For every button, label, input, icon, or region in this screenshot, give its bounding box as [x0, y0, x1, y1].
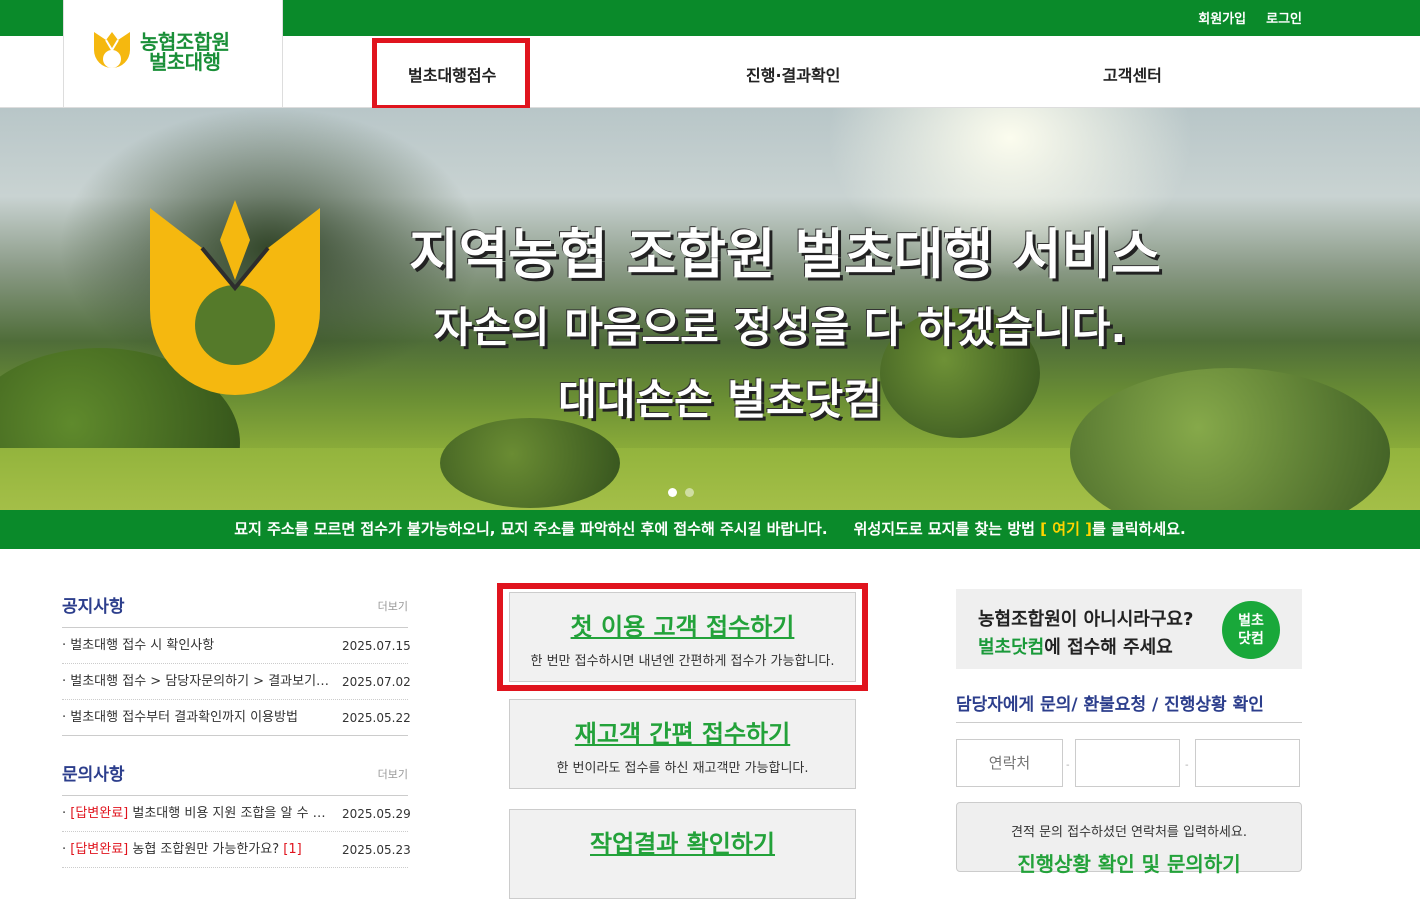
phone-field-3[interactable] — [1195, 739, 1300, 787]
login-link[interactable]: 로그인 — [1266, 8, 1302, 27]
logo-line2: 벌초대행 — [148, 50, 221, 74]
notice-text-1: 묘지 주소를 모르면 접수가 불가능하오니, 묘지 주소를 파악하신 후에 접수… — [234, 520, 828, 538]
signup-link[interactable]: 회원가입 — [1198, 8, 1246, 27]
hero-headline-1: 지역농협 조합원 벌초대행 서비스 — [409, 223, 1161, 286]
notice-board-title: 공지사항 — [62, 597, 125, 617]
list-item-title: · 벌초대행 접수 > 담당자문의하기 > 결과보기까지 — [62, 674, 332, 689]
list-item-date: 2025.05.23 — [342, 843, 411, 857]
inquiry-text: 농협 조합원만 가능한가요? — [128, 842, 280, 857]
returning-apply-button[interactable]: 재고객 간편 접수하기 한 번이라도 접수를 하신 재고객만 가능합니다. — [509, 699, 856, 789]
list-item-date: 2025.05.29 — [342, 807, 411, 821]
slide-dot-2[interactable] — [685, 488, 694, 497]
notice-text-2: 위성지도로 묘지를 찾는 방법 — [853, 520, 1035, 538]
logo-line1: 농협조합원 — [140, 30, 230, 54]
check-result-button[interactable]: 작업결과 확인하기 — [509, 809, 856, 899]
inquiry-check-box: 견적 문의 접수하셨던 연락처를 입력하세요. 진행상황 확인 및 문의하기 — [956, 802, 1302, 876]
logo-text: 농협조합원 벌초대행 — [140, 32, 230, 72]
top-links: 회원가입 로그인 — [1198, 8, 1302, 27]
phone-field-1[interactable] — [956, 739, 1063, 787]
list-item[interactable]: · [답변완료] 농협 조합원만 가능한가요? [1] 2025.05.23 — [62, 832, 411, 868]
list-item[interactable]: · [답변완료] 벌초대행 비용 지원 조합을 알 수 있나요? 2025.05… — [62, 796, 411, 832]
answered-badge: [답변완료] — [70, 806, 129, 821]
phone-field-2[interactable] — [1075, 739, 1180, 787]
promo-line2-rest: 에 접수해 주세요 — [1044, 637, 1173, 658]
hero-headline-3: 대대손손 벌초닷컴 — [558, 375, 882, 424]
phone-dash: - — [1066, 760, 1070, 771]
list-item[interactable]: · 벌초대행 접수 시 확인사항 2025.07.15 — [62, 628, 411, 664]
slide-dot-1[interactable] — [668, 488, 677, 497]
nav-item-progress[interactable]: 진행·결과확인 — [746, 62, 840, 86]
list-item[interactable]: · 벌초대행 접수부터 결과확인까지 이용방법 2025.05.22 — [62, 700, 411, 736]
inquiry-board: 문의사항 더보기 · [답변완료] 벌초대행 비용 지원 조합을 알 수 있나요… — [62, 760, 411, 868]
list-item-title: · [답변완료] 벌초대행 비용 지원 조합을 알 수 있나요? — [62, 796, 332, 831]
list-item-date: 2025.07.15 — [342, 639, 411, 653]
notice-bar: 묘지 주소를 모르면 접수가 불가능하오니, 묘지 주소를 파악하신 후에 접수… — [0, 510, 1420, 549]
nh-emblem-icon — [94, 32, 130, 68]
promo-brand: 벌초닷컴 — [978, 637, 1045, 658]
promo-line1: 농협조합원이 아니시라구요? — [978, 609, 1194, 630]
notice-here-link[interactable]: 여기 — [1052, 520, 1080, 538]
comment-count: [1] — [279, 842, 302, 857]
inquiry-more-link[interactable]: 더보기 — [378, 766, 408, 782]
answered-badge: [답변완료] — [70, 842, 129, 857]
notice-text-3: 를 클릭하세요. — [1091, 520, 1186, 538]
notice-board: 공지사항 더보기 · 벌초대행 접수 시 확인사항 2025.07.15 · 벌… — [62, 592, 411, 736]
inquiry-text: 벌초대행 비용 지원 조합을 알 수 있나요? — [132, 806, 332, 821]
list-item-title: · 벌초대행 접수부터 결과확인까지 이용방법 — [62, 710, 298, 725]
badge-line1: 벌초 — [1238, 613, 1264, 629]
list-item-date: 2025.07.02 — [342, 675, 411, 689]
beolcho-dotcom-badge: 벌초 닷컴 — [1222, 601, 1280, 659]
hero-banner: 지역농협 조합원 벌초대행 서비스 자손의 마음으로 정성을 다 하겠습니다. … — [0, 108, 1420, 510]
list-item-title: · [답변완료] 농협 조합원만 가능한가요? [1] — [62, 832, 332, 867]
badge-line2: 닷컴 — [1238, 631, 1264, 647]
list-item-title: · 벌초대행 접수 시 확인사항 — [62, 638, 215, 653]
inquiry-check-button[interactable]: 진행상황 확인 및 문의하기 — [957, 848, 1301, 877]
promo-line2: 벌초닷컴에 접수해 주세요 — [978, 633, 1173, 659]
inquiry-board-title: 문의사항 — [62, 765, 125, 785]
notice-more-link[interactable]: 더보기 — [378, 598, 408, 614]
site-logo[interactable]: 농협조합원 벌초대행 — [63, 0, 283, 108]
phone-dash: - — [1185, 760, 1189, 771]
first-time-highlight-box — [497, 583, 868, 691]
inquiry-panel-title: 담당자에게 문의/ 환불요청 / 진행상황 확인 — [956, 695, 1264, 715]
returning-apply-label: 재고객 간편 접수하기 — [574, 720, 791, 748]
nav-item-customer-center[interactable]: 고객센터 — [1103, 62, 1162, 86]
returning-apply-desc: 한 번이라도 접수를 하신 재고객만 가능합니다. — [556, 761, 809, 776]
non-member-promo-banner[interactable]: 농협조합원이 아니시라구요? 벌초닷컴에 접수해 주세요 벌초 닷컴 — [956, 589, 1302, 669]
nav-highlight-box — [372, 38, 530, 110]
check-result-label: 작업결과 확인하기 — [590, 830, 775, 858]
divider — [956, 722, 1302, 723]
notice-link-open: [ — [1040, 520, 1048, 538]
hero-tree — [440, 418, 620, 508]
list-item-date: 2025.05.22 — [342, 711, 411, 725]
notice-link-close: ] — [1085, 520, 1092, 538]
list-item[interactable]: · 벌초대행 접수 > 담당자문의하기 > 결과보기까지 2025.07.02 — [62, 664, 411, 700]
inquiry-check-text: 견적 문의 접수하셨던 연락처를 입력하세요. — [1011, 825, 1247, 840]
hero-headline-2: 자손의 마음으로 정성을 다 하겠습니다. — [433, 303, 1127, 352]
slide-indicator — [668, 488, 694, 497]
